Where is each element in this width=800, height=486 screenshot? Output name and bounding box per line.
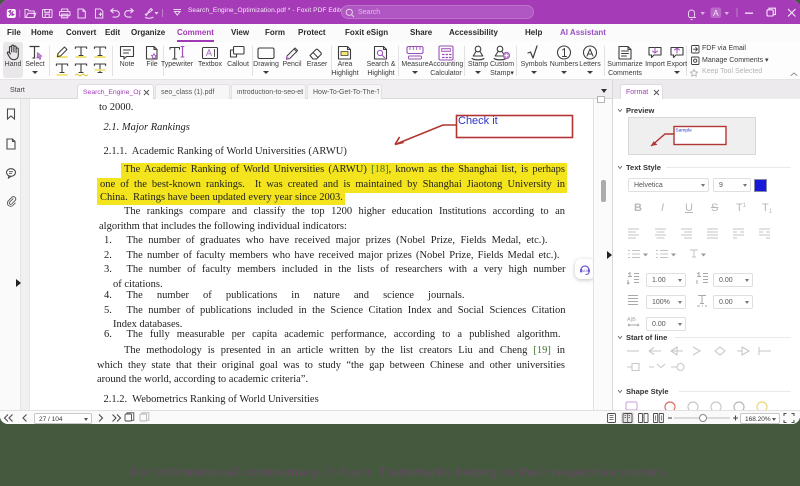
svg-text:AI: AI: [583, 268, 587, 273]
svg-text:A: A: [713, 8, 719, 18]
svg-text:Sample: Sample: [676, 128, 693, 134]
svg-text:A|B: A|B: [627, 317, 636, 323]
